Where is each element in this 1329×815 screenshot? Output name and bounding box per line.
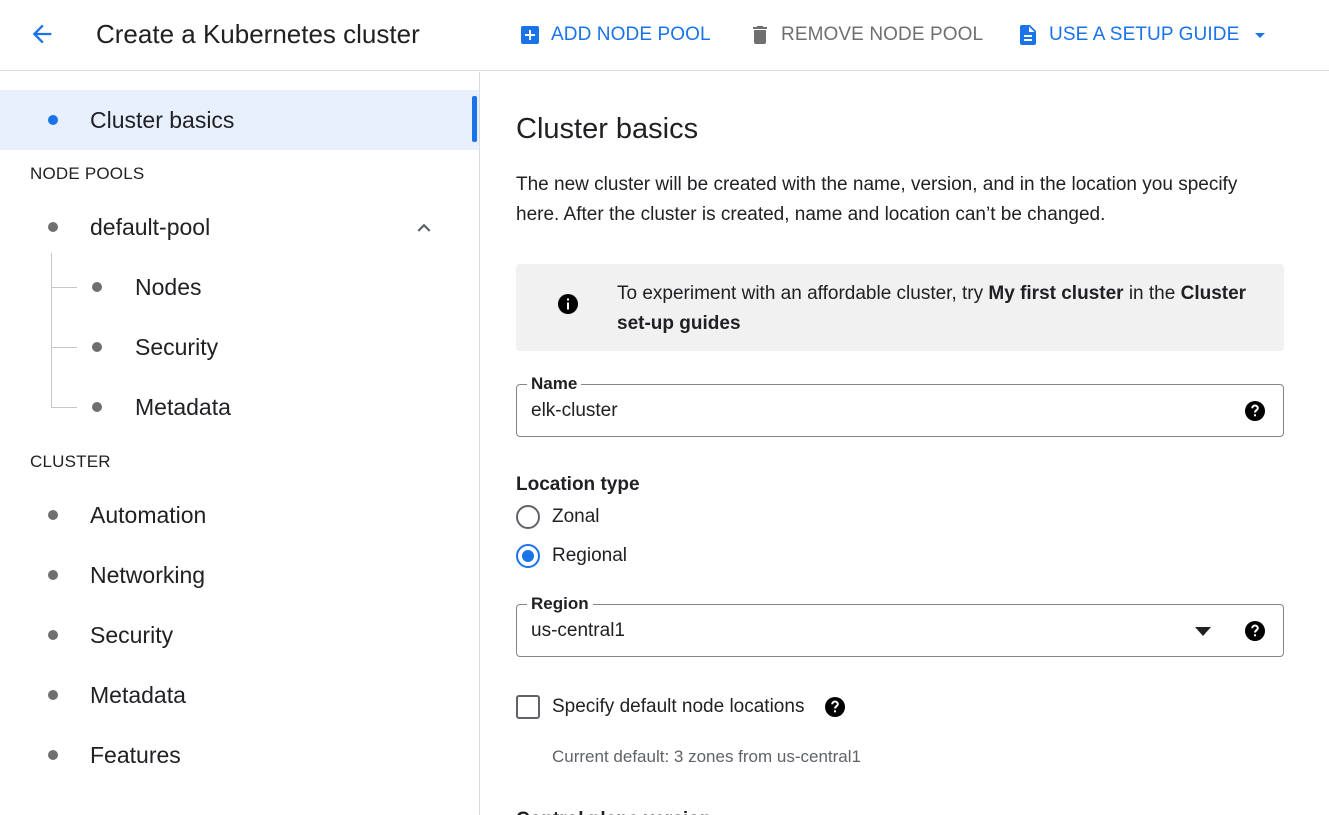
sidebar-item-label: Metadata	[135, 394, 231, 420]
use-setup-guide-label: USE A SETUP GUIDE	[1049, 24, 1240, 45]
control-plane-version-heading: Control plane version	[516, 807, 711, 815]
sidebar-item-features[interactable]: Features	[0, 725, 479, 785]
cluster-heading: CLUSTER	[30, 452, 111, 471]
sidebar-item-automation[interactable]: Automation	[0, 485, 479, 545]
sidebar-item-label: Features	[90, 742, 181, 768]
caret-down-icon	[1248, 23, 1272, 47]
sidebar-item-label: Security	[90, 622, 174, 648]
back-button[interactable]	[22, 16, 62, 52]
node-locations-label: Specify default node locations	[552, 696, 805, 717]
sidebar-item-pool-metadata[interactable]: Metadata	[0, 377, 479, 437]
active-indicator	[472, 96, 477, 142]
document-icon	[1016, 23, 1040, 47]
add-node-pool-button[interactable]: ADD NODE POOL	[518, 20, 711, 50]
bullet-dot	[48, 750, 58, 760]
sidebar-item-networking[interactable]: Networking	[0, 545, 479, 605]
sidebar-nav: Cluster basics NODE POOLS default-pool N…	[0, 72, 480, 815]
regional-radio-option[interactable]: Regional	[516, 541, 627, 571]
info-banner: To experiment with an affordable cluster…	[516, 264, 1284, 351]
sidebar-item-label: Nodes	[135, 274, 202, 300]
remove-node-pool-label: REMOVE NODE POOL	[781, 24, 984, 45]
name-input[interactable]	[531, 397, 1131, 425]
help-icon[interactable]	[823, 695, 847, 719]
bullet-dot	[48, 115, 58, 125]
sidebar-item-label: Cluster basics	[90, 107, 235, 133]
bullet-dot	[92, 402, 102, 412]
page-header: Create a Kubernetes cluster ADD NODE POO…	[0, 0, 1329, 71]
sidebar-item-label: default-pool	[90, 214, 211, 240]
regional-radio[interactable]	[516, 544, 540, 568]
region-value: us-central1	[531, 620, 625, 641]
info-text-middle: in the	[1123, 283, 1181, 304]
bullet-dot	[92, 342, 102, 352]
info-icon	[558, 294, 578, 314]
node-locations-option: Specify default node locations	[516, 692, 847, 722]
regional-label: Regional	[552, 545, 627, 566]
use-setup-guide-button[interactable]: USE A SETUP GUIDE	[1016, 20, 1272, 50]
sidebar-item-label: Metadata	[90, 682, 186, 708]
sidebar-item-metadata[interactable]: Metadata	[0, 665, 479, 725]
region-select[interactable]: Region us-central1	[516, 593, 1284, 657]
node-locations-checkbox[interactable]	[516, 695, 540, 719]
bullet-dot	[92, 282, 102, 292]
node-pools-heading: NODE POOLS	[30, 164, 145, 183]
sidebar-item-pool-security[interactable]: Security	[0, 317, 479, 377]
sidebar-item-label: Networking	[90, 562, 206, 588]
region-field-label: Region	[527, 593, 593, 615]
sidebar-item-default-pool[interactable]: default-pool	[0, 197, 479, 257]
remove-node-pool-button[interactable]: REMOVE NODE POOL	[748, 20, 983, 50]
section-title: Cluster basics	[516, 113, 699, 145]
bullet-dot	[48, 570, 58, 580]
help-icon[interactable]	[1243, 399, 1267, 423]
location-type-label: Location type	[516, 474, 640, 495]
main-content: Cluster basics The new cluster will be c…	[481, 72, 1329, 815]
bullet-dot	[48, 510, 58, 520]
zonal-radio[interactable]	[516, 505, 540, 529]
bullet-dot	[48, 690, 58, 700]
page-title: Create a Kubernetes cluster	[96, 19, 420, 49]
bullet-dot	[48, 222, 58, 232]
dropdown-arrow-icon[interactable]	[1193, 624, 1213, 638]
zonal-radio-option[interactable]: Zonal	[516, 502, 600, 532]
add-node-pool-label: ADD NODE POOL	[551, 24, 711, 45]
delete-icon	[748, 23, 772, 47]
sidebar-item-label: Security	[135, 334, 219, 360]
sidebar-item-cluster-basics[interactable]: Cluster basics	[0, 90, 479, 150]
sidebar-item-label: Automation	[90, 502, 207, 528]
help-icon[interactable]	[1243, 619, 1267, 643]
arrow-back-icon	[32, 24, 52, 44]
current-default-hint: Current default: 3 zones from us-central…	[552, 747, 861, 766]
info-text-prefix: To experiment with an affordable cluster…	[617, 283, 989, 304]
section-description: The new cluster will be created with the…	[516, 174, 1238, 225]
add-box-icon	[518, 23, 542, 47]
sidebar-item-nodes[interactable]: Nodes	[0, 257, 479, 317]
sidebar-item-security[interactable]: Security	[0, 605, 479, 665]
my-first-cluster-link[interactable]: My first cluster	[988, 283, 1123, 304]
bullet-dot	[48, 630, 58, 640]
chevron-up-icon[interactable]	[410, 214, 438, 242]
info-text: To experiment with an affordable cluster…	[617, 279, 1267, 339]
zonal-label: Zonal	[552, 506, 600, 527]
name-field-label: Name	[527, 373, 582, 395]
name-field[interactable]: Name	[516, 373, 1284, 437]
